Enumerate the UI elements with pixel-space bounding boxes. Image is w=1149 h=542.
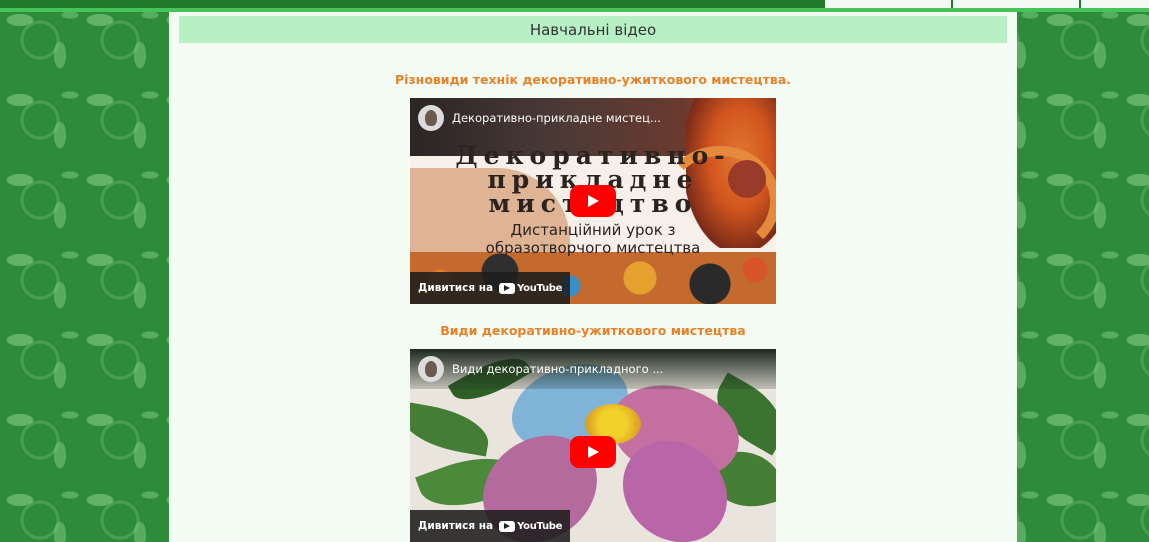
watch-on-youtube-button[interactable]: Дивитися на YouTube — [410, 510, 571, 542]
play-button[interactable] — [570, 185, 616, 217]
youtube-play-mark-icon — [499, 520, 516, 532]
top-nav-tab-2[interactable] — [951, 0, 1079, 8]
youtube-embed-2[interactable]: Види декоративно-прикладного ... Дивитис… — [410, 349, 776, 542]
section-title: Навчальні відео — [179, 16, 1007, 43]
main-content: Навчальні відео Різновиди технік декорат… — [169, 12, 1017, 542]
top-nav-tab-1[interactable] — [823, 0, 951, 8]
channel-avatar[interactable] — [418, 105, 444, 131]
play-icon — [588, 446, 599, 458]
top-nav-tab-3[interactable] — [1079, 0, 1149, 8]
youtube-play-mark-icon — [499, 282, 516, 294]
youtube-embed-1[interactable]: Декоративно- прикладне мистецтво Дистанц… — [410, 98, 776, 304]
watch-on-label: Дивитися на — [418, 520, 494, 532]
embed-video-title[interactable]: Декоративно-прикладне мистец... — [452, 111, 661, 125]
thumbnail-leaf — [410, 401, 493, 457]
youtube-logo-icon: YouTube — [499, 282, 563, 294]
watch-on-label: Дивитися на — [418, 282, 494, 294]
thumbnail-subtitle-line-2: образотворчого мистецтва — [485, 239, 701, 257]
play-button[interactable] — [570, 436, 616, 468]
video-heading-2: Види декоративно-ужиткового мистецтва — [440, 323, 746, 338]
video-info-bar: Декоративно-прикладне мистец... — [410, 98, 776, 138]
youtube-logo-icon: YouTube — [499, 520, 563, 532]
play-icon — [588, 195, 599, 207]
thumbnail-subtitle-line-1: Дистанційний урок з — [510, 221, 676, 239]
watch-on-youtube-button[interactable]: Дивитися на YouTube — [410, 272, 571, 304]
top-nav-tabs — [823, 0, 1149, 8]
video-heading-1: Різновиди технік декоративно-ужиткового … — [394, 72, 792, 87]
video-info-bar: Види декоративно-прикладного ... — [410, 349, 776, 389]
youtube-wordmark: YouTube — [517, 282, 563, 294]
youtube-wordmark: YouTube — [517, 520, 563, 532]
channel-avatar[interactable] — [418, 356, 444, 382]
embed-video-title[interactable]: Види декоративно-прикладного ... — [452, 362, 663, 376]
